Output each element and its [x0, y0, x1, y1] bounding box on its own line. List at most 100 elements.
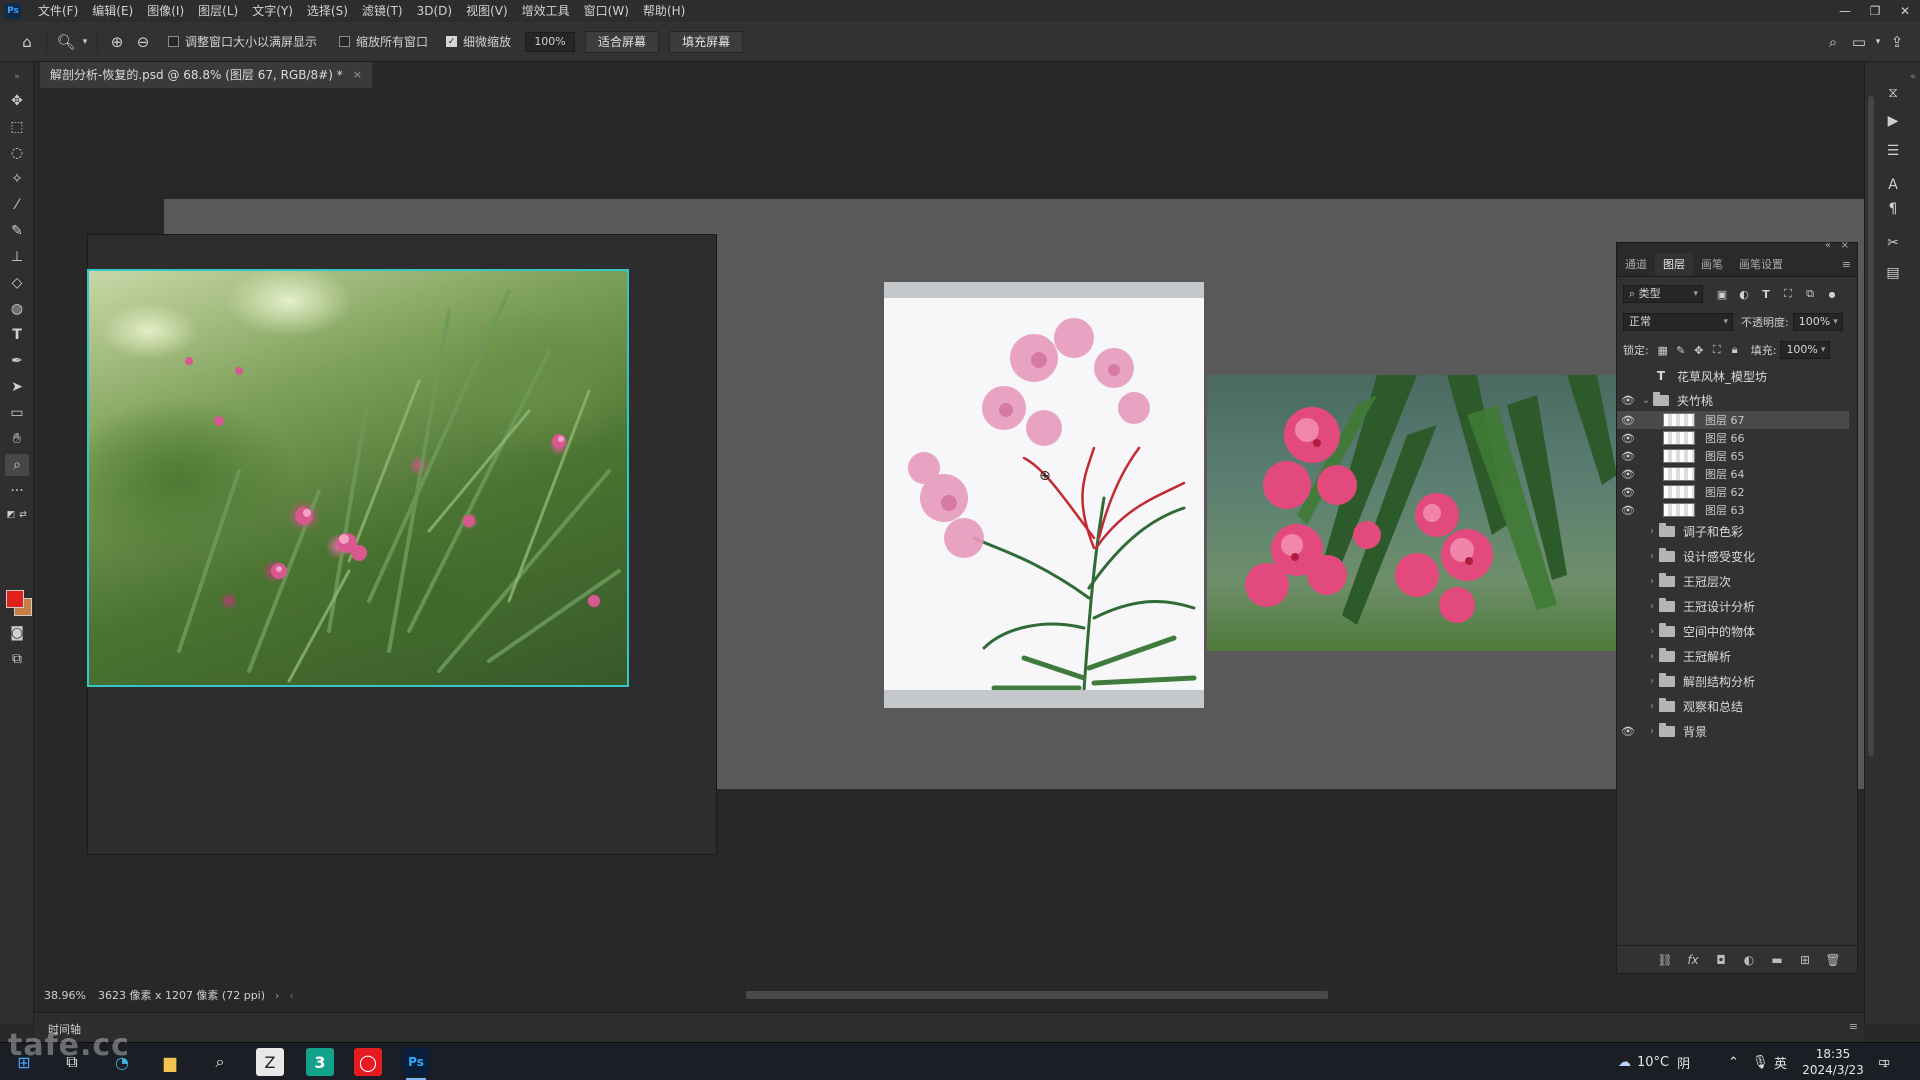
layer-group[interactable]: 👁︎ › 王冠层次 [1617, 571, 1849, 591]
close-window-icon[interactable]: ✕ [1890, 0, 1920, 22]
visibility-toggle[interactable]: 👁︎ [1617, 370, 1639, 383]
menu-select[interactable]: 选择(S) [300, 0, 355, 22]
tray-overflow-icon[interactable]: ⌃ [1728, 1043, 1739, 1080]
restore-icon[interactable]: ❐ [1860, 0, 1890, 22]
ime-indicator[interactable]: 英 [1774, 1043, 1787, 1080]
visibility-toggle[interactable]: 👁︎ [1617, 525, 1639, 538]
foreground-color-swatch[interactable] [6, 590, 24, 608]
lock-artboard-icon[interactable]: ⛶ [1709, 342, 1725, 358]
layer-group[interactable]: 👁︎ › 解剖结构分析 [1617, 671, 1849, 691]
filter-kind-select[interactable]: ⌕ 类型 ▾ [1623, 285, 1703, 303]
workspace-icon[interactable]: ▭ [1846, 29, 1872, 55]
visibility-toggle[interactable]: 👁︎ [1617, 575, 1639, 588]
screen-mode-icon[interactable]: ⧉ [5, 648, 29, 670]
tab-brushes[interactable]: 画笔 [1693, 253, 1731, 276]
link-icon[interactable]: ⛓︎ [1651, 953, 1679, 967]
fx-icon[interactable]: fx [1679, 953, 1707, 967]
lock-position-icon[interactable]: ✥ [1691, 342, 1707, 358]
eye-icon[interactable]: 👁︎ [1617, 394, 1639, 407]
tools-panel-icon[interactable]: ✂ [1881, 232, 1905, 254]
stamp-tool-icon[interactable]: ⊥ [5, 246, 29, 268]
layer-pixel[interactable]: 👁︎ 图层 66 [1617, 429, 1849, 447]
close-panel-icon[interactable]: × [1841, 240, 1849, 251]
home-icon[interactable]: ⌂ [14, 29, 40, 55]
filter-adjustment-icon[interactable]: ◐ [1735, 286, 1753, 302]
menu-type[interactable]: 文字(Y) [245, 0, 300, 22]
panel-menu-icon[interactable]: ≡ [1849, 1020, 1858, 1033]
swap-colors-icon[interactable]: ⇄ [17, 504, 29, 526]
blend-mode-select[interactable]: 正常 ▾ [1623, 313, 1733, 331]
zbrush-icon[interactable]: Z [256, 1048, 284, 1076]
new-group-icon[interactable]: ▬ [1763, 953, 1791, 967]
layer-group-open[interactable]: 👁︎ ⌄ 夹竹桃 [1617, 389, 1849, 411]
chevron-right-icon[interactable]: › [1645, 651, 1659, 662]
tab-brush-settings[interactable]: 画笔设置 [1731, 253, 1791, 276]
delete-icon[interactable]: 🗑︎ [1819, 953, 1847, 967]
checkbox-icon[interactable] [168, 36, 179, 47]
menu-edit[interactable]: 编辑(E) [85, 0, 140, 22]
chevron-right-icon[interactable]: › [1645, 551, 1659, 562]
microphone-icon[interactable]: 🎙︎ [1752, 1043, 1769, 1080]
filter-shape-icon[interactable]: ⛶ [1779, 286, 1797, 302]
eye-icon[interactable]: 👁︎ [1617, 414, 1639, 427]
visibility-toggle[interactable]: 👁︎ [1617, 625, 1639, 638]
oleander-bush-photo[interactable] [87, 269, 629, 687]
layer-group[interactable]: 👁︎ › 设计感受变化 [1617, 546, 1849, 566]
chevron-right-icon[interactable]: › [1645, 726, 1659, 737]
zoom-level[interactable]: 38.96% [44, 989, 86, 1002]
marquee-tool-icon[interactable]: ⬚ [5, 116, 29, 138]
vertical-scrollbar[interactable] [1866, 88, 1876, 988]
chevron-down-icon[interactable]: ▾ [79, 29, 91, 55]
layer-group[interactable]: 👁︎ › 调子和色彩 [1617, 521, 1849, 541]
character-icon[interactable]: A [1881, 174, 1905, 196]
more-tools-icon[interactable]: ··· [5, 480, 29, 502]
properties-icon[interactable]: ☰ [1881, 140, 1905, 162]
eye-icon[interactable]: 👁︎ [1617, 504, 1639, 517]
hand-tool-icon[interactable]: ✋︎ [5, 428, 29, 450]
path-selection-tool-icon[interactable]: ➤ [5, 376, 29, 398]
layer-group[interactable]: 👁︎ › 背景 [1617, 721, 1849, 741]
paragraph-icon[interactable]: ¶ [1881, 198, 1905, 220]
tab-channels[interactable]: 通道 [1617, 253, 1655, 276]
document-tab[interactable]: 解剖分析-恢复的.psd @ 68.8% (图层 67, RGB/8#) * × [40, 62, 372, 88]
eraser-tool-icon[interactable]: ◇ [5, 272, 29, 294]
chevron-right-icon[interactable]: › [1645, 626, 1659, 637]
lock-all-icon[interactable]: 🔒︎ [1727, 342, 1743, 358]
layer-group[interactable]: 👁︎ › 空间中的物体 [1617, 621, 1849, 641]
layer-pixel[interactable]: 👁︎ 图层 63 [1617, 501, 1849, 519]
file-explorer-icon[interactable]: ▆ [156, 1048, 184, 1076]
zoom-out-icon[interactable]: ⊖ [130, 29, 156, 55]
menu-image[interactable]: 图像(I) [140, 0, 191, 22]
scroll-thumb[interactable] [1868, 96, 1874, 756]
zoom-tool-icon[interactable]: ⌕ [5, 454, 29, 476]
menu-view[interactable]: 视图(V) [459, 0, 515, 22]
eye-icon[interactable]: 👁︎ [1617, 432, 1639, 445]
history-icon[interactable]: ⧖ [1881, 82, 1905, 104]
checkmark-icon[interactable]: ✓ [446, 36, 458, 47]
canvas-area[interactable]: ⊕ [34, 88, 1864, 988]
menu-plugins[interactable]: 增效工具 [515, 0, 577, 22]
chevron-left-icon[interactable]: ‹ [289, 989, 293, 1002]
opacity-field[interactable]: 100% ▾ [1792, 313, 1843, 331]
mask-icon[interactable]: ◘ [1707, 953, 1735, 967]
search-icon[interactable]: ⌕ [1820, 29, 1846, 55]
zoom-in-icon[interactable]: ⊕ [104, 29, 130, 55]
visibility-toggle[interactable]: 👁︎ [1617, 550, 1639, 563]
photoshop-taskbar-icon[interactable]: Ps [402, 1048, 430, 1080]
lock-pixels-icon[interactable]: ✎ [1673, 342, 1689, 358]
layer-pixel[interactable]: 👁︎ 图层 65 [1617, 447, 1849, 465]
menu-layer[interactable]: 图层(L) [191, 0, 245, 22]
filter-toggle-icon[interactable]: ● [1823, 286, 1841, 302]
move-tool-icon[interactable]: ✥ [5, 90, 29, 112]
fill-screen-button[interactable]: 填充屏幕 [669, 30, 744, 53]
filter-pixel-icon[interactable]: ▣ [1713, 286, 1731, 302]
visibility-toggle[interactable]: 👁︎ [1617, 600, 1639, 613]
menu-help[interactable]: 帮助(H) [636, 0, 692, 22]
rectangle-tool-icon[interactable]: ▭ [5, 402, 29, 424]
actions-play-icon[interactable]: ▶ [1881, 110, 1905, 132]
red-app-icon[interactable]: ◯ [354, 1048, 382, 1076]
quick-mask-icon[interactable]: ◙ [5, 622, 29, 644]
libraries-icon[interactable]: ▤ [1881, 262, 1905, 284]
visibility-toggle[interactable]: 👁︎ [1617, 700, 1639, 713]
gradient-tool-icon[interactable]: ◍ [5, 298, 29, 320]
